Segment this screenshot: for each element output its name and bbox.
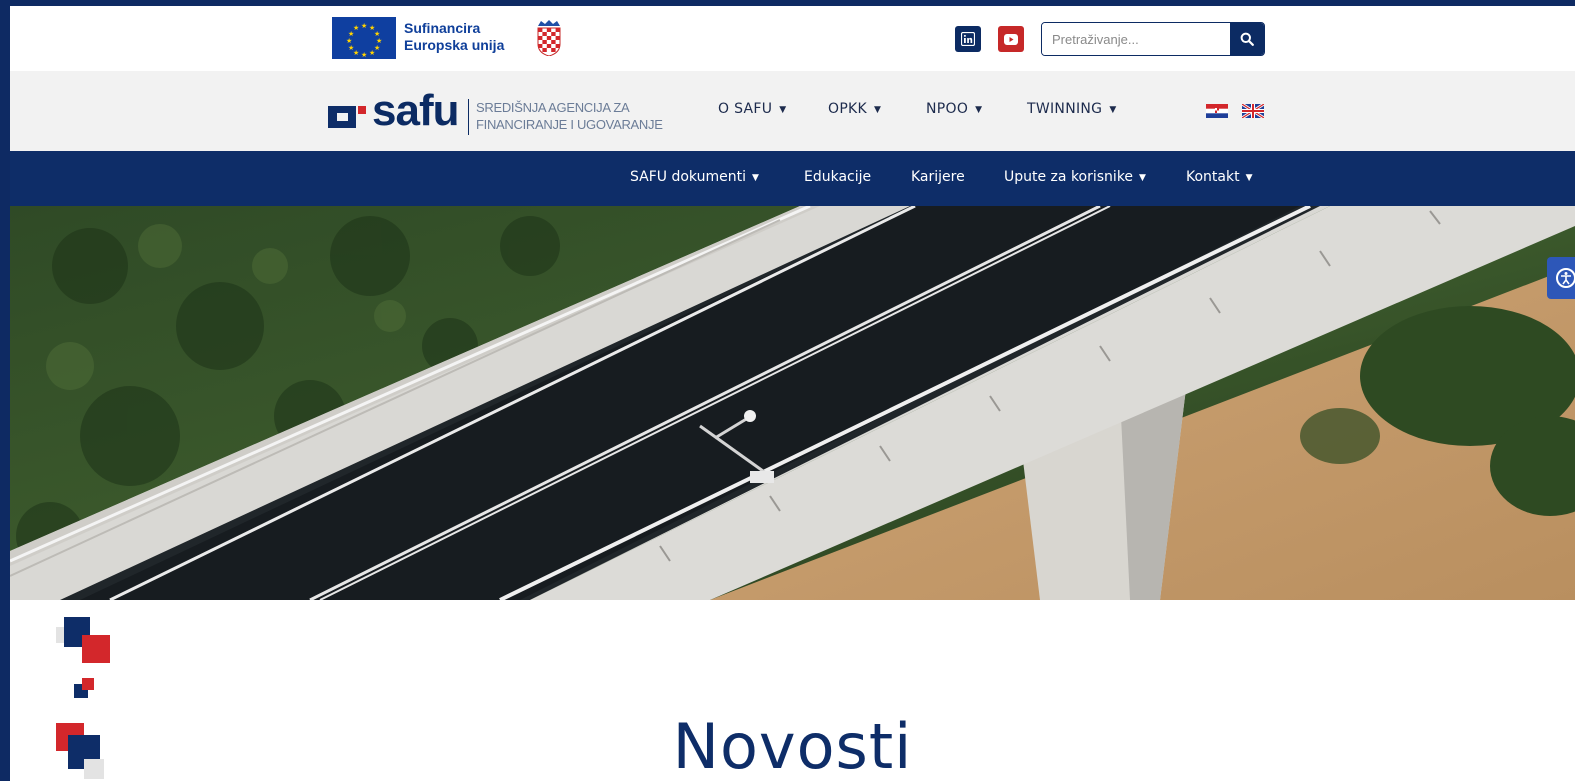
hero-bridge-image: [10, 206, 1575, 600]
youtube-button[interactable]: [998, 26, 1024, 52]
sub-nav-label: Karijere: [911, 169, 965, 185]
logo-subtitle: SREDIŠNJA AGENCIJA ZA FINANCIRANJE I UGO…: [476, 99, 663, 133]
caret-down-icon: ▼: [874, 105, 882, 115]
cofunding-line-2: Europska unija: [404, 37, 505, 53]
uk-flag-icon[interactable]: [1242, 104, 1264, 118]
main-nav-label: O SAFU: [718, 101, 773, 117]
safu-logo-mark-icon[interactable]: [328, 100, 368, 130]
logo-subtitle-line-2: FINANCIRANJE I UGOVARANJE: [476, 117, 663, 132]
caret-down-icon: ▼: [975, 105, 983, 115]
sub-nav-label: Upute za korisnike: [1004, 169, 1134, 185]
sub-nav-karijere[interactable]: Karijere: [911, 169, 965, 185]
logo-subtitle-line-1: SREDIŠNJA AGENCIJA ZA: [476, 100, 630, 115]
eu-flag-icon: ★ ★ ★ ★ ★ ★ ★ ★ ★ ★ ★ ★: [332, 17, 396, 59]
section-title: Novosti: [672, 710, 913, 781]
accessibility-icon: [1556, 268, 1575, 288]
hero-image: [10, 206, 1575, 600]
linkedin-button[interactable]: [955, 26, 981, 52]
cofunding-label: Sufinancira Europska unija: [404, 20, 504, 54]
main-nav-twinning[interactable]: TWINNING ▼: [1027, 101, 1117, 117]
caret-down-icon: ▼: [779, 105, 787, 115]
croatian-flag-icon[interactable]: [1206, 104, 1228, 118]
sub-nav-label: Edukacije: [804, 169, 872, 185]
search-icon: [1240, 32, 1254, 46]
main-nav-label: OPKK: [828, 101, 868, 117]
main-nav-o-safu[interactable]: O SAFU ▼: [718, 101, 787, 117]
croatian-coat-of-arms-icon: [537, 20, 561, 56]
search-box: [1041, 22, 1265, 56]
main-nav-label: TWINNING: [1027, 101, 1103, 117]
linkedin-icon: [961, 32, 975, 46]
youtube-icon: [1004, 33, 1018, 45]
sub-nav-safu-dokumenti[interactable]: SAFU dokumenti ▼: [630, 169, 759, 185]
secondary-nav: SAFU dokumenti ▼ Edukacije Karijere Upute…: [10, 151, 1575, 206]
sub-nav-upute-za-korisnike[interactable]: Upute za korisnike ▼: [1004, 169, 1146, 185]
sub-nav-label: Kontakt: [1186, 169, 1240, 185]
main-nav-opkk[interactable]: OPKK ▼: [828, 101, 881, 117]
search-input[interactable]: [1042, 23, 1230, 55]
page: ★ ★ ★ ★ ★ ★ ★ ★ ★ ★ ★ ★ Sufinancira Euro…: [10, 6, 1575, 781]
top-bar: ★ ★ ★ ★ ★ ★ ★ ★ ★ ★ ★ ★ Sufinancira Euro…: [10, 6, 1575, 71]
cofunding-line-1: Sufinancira: [404, 20, 481, 36]
header: safu SREDIŠNJA AGENCIJA ZA FINANCIRANJE …: [10, 71, 1575, 151]
safu-logo[interactable]: safu: [372, 87, 459, 135]
caret-down-icon: ▼: [1245, 173, 1253, 183]
logo-divider: [468, 99, 469, 135]
caret-down-icon: ▼: [1139, 173, 1146, 183]
sub-nav-kontakt[interactable]: Kontakt ▼: [1186, 169, 1253, 185]
caret-down-icon: ▼: [751, 173, 759, 183]
caret-down-icon: ▼: [1109, 105, 1117, 115]
sub-nav-edukacije[interactable]: Edukacije: [804, 169, 871, 185]
sub-nav-label: SAFU dokumenti: [630, 169, 746, 185]
accessibility-button[interactable]: [1547, 257, 1575, 299]
main-nav-npoo[interactable]: NPOO ▼: [926, 101, 982, 117]
search-button[interactable]: [1230, 23, 1264, 55]
main-nav-label: NPOO: [926, 101, 969, 117]
